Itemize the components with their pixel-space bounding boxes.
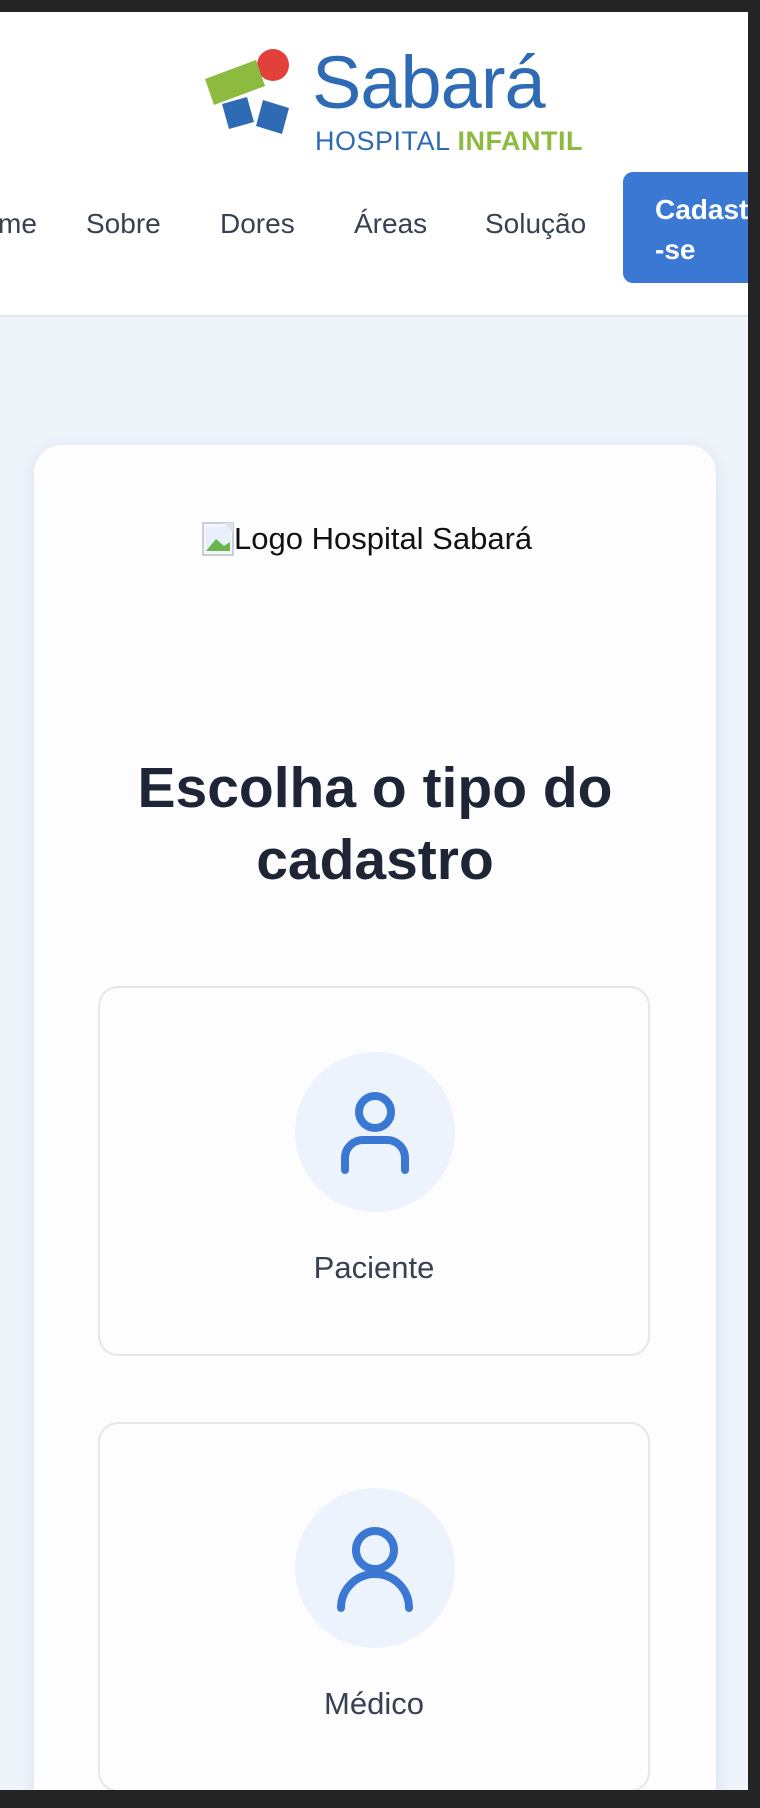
broken-image-icon [202, 522, 234, 556]
sabara-logo-mark-icon [205, 49, 289, 134]
user-icon [337, 1527, 413, 1612]
nav-item-areas[interactable]: Áreas [354, 208, 427, 240]
site-header: Sabará HOSPITAL INFANTIL me Sobre Dores … [0, 12, 748, 317]
brand-logo[interactable]: Sabará HOSPITAL INFANTIL [205, 41, 583, 157]
nav-item-dores[interactable]: Dores [220, 208, 295, 240]
option-label: Médico [324, 1686, 424, 1721]
option-label: Paciente [313, 1250, 435, 1285]
card-logo-image: Logo Hospital Sabará [202, 521, 532, 557]
nav-item-home[interactable]: me [0, 208, 37, 240]
brand-subtitle-hospital: HOSPITAL [315, 126, 450, 156]
card-logo-alt-text: Logo Hospital Sabará [234, 521, 533, 556]
signup-button[interactable]: Cadastre-se [623, 172, 748, 283]
option-icon-circle [295, 1052, 455, 1212]
page-title: Escolha o tipo do cadastro [137, 756, 613, 892]
brand-subtitle: HOSPITAL INFANTIL [315, 126, 583, 157]
option-medico[interactable]: Médico [98, 1422, 650, 1790]
registration-type-card: Logo Hospital Sabará Escolha o tipo do c… [34, 445, 716, 1790]
user-icon [341, 1092, 409, 1174]
brand-subtitle-infantil: INFANTIL [457, 126, 584, 156]
option-icon-circle [295, 1488, 455, 1648]
option-paciente[interactable]: Paciente [98, 986, 650, 1356]
nav-item-sobre[interactable]: Sobre [86, 208, 161, 240]
nav-item-solucao[interactable]: Solução [485, 208, 586, 240]
brand-name: Sabará [312, 41, 546, 124]
app-viewport: Sabará HOSPITAL INFANTIL me Sobre Dores … [0, 12, 748, 1790]
